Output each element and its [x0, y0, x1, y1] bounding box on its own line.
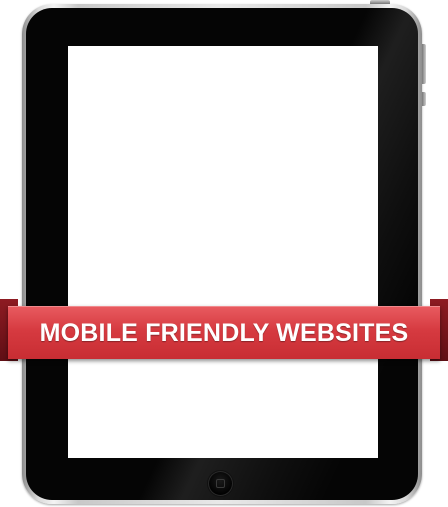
home-button-icon — [208, 471, 233, 496]
banner-ribbon: MOBILE FRIENDLY WEBSITES — [8, 306, 440, 359]
volume-button — [422, 44, 426, 84]
home-square-icon — [216, 479, 225, 488]
mute-switch — [422, 92, 426, 106]
power-button — [370, 0, 390, 4]
banner-text: MOBILE FRIENDLY WEBSITES — [39, 318, 409, 347]
tablet-screen — [68, 46, 378, 458]
